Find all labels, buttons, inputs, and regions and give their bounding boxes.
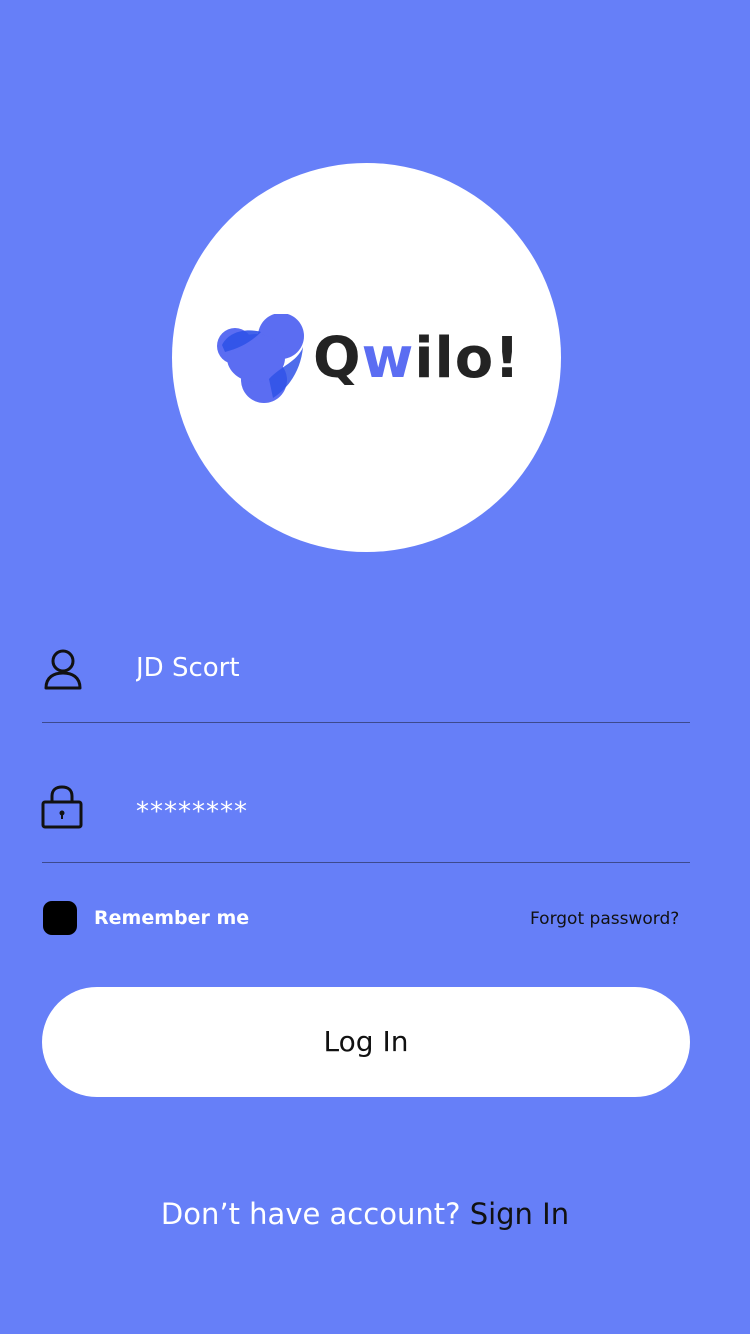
user-icon <box>40 646 86 692</box>
password-input[interactable] <box>136 790 676 834</box>
remember-me-checkbox[interactable] <box>43 901 77 935</box>
signup-prompt-text: Don’t have account? <box>160 1197 461 1231</box>
username-input[interactable] <box>136 646 676 690</box>
brand-wordmark-prefix: Q <box>313 326 362 391</box>
sign-in-link[interactable]: Sign In <box>470 1197 569 1231</box>
signup-prompt: Don’t have account? Sign In <box>0 1194 730 1234</box>
login-button[interactable]: Log In <box>42 987 690 1097</box>
lock-icon <box>40 784 84 830</box>
blob-logo-icon <box>217 313 305 404</box>
brand-wordmark-accent: w <box>361 326 415 391</box>
forgot-password-link[interactable]: Forgot password? <box>530 906 679 932</box>
brand-wordmark: Qwilo! <box>313 327 521 391</box>
username-field-underline <box>42 722 690 723</box>
brand-wordmark-suffix: ilo! <box>414 326 521 391</box>
password-field-underline <box>42 862 690 863</box>
remember-me-label[interactable]: Remember me <box>94 905 249 931</box>
